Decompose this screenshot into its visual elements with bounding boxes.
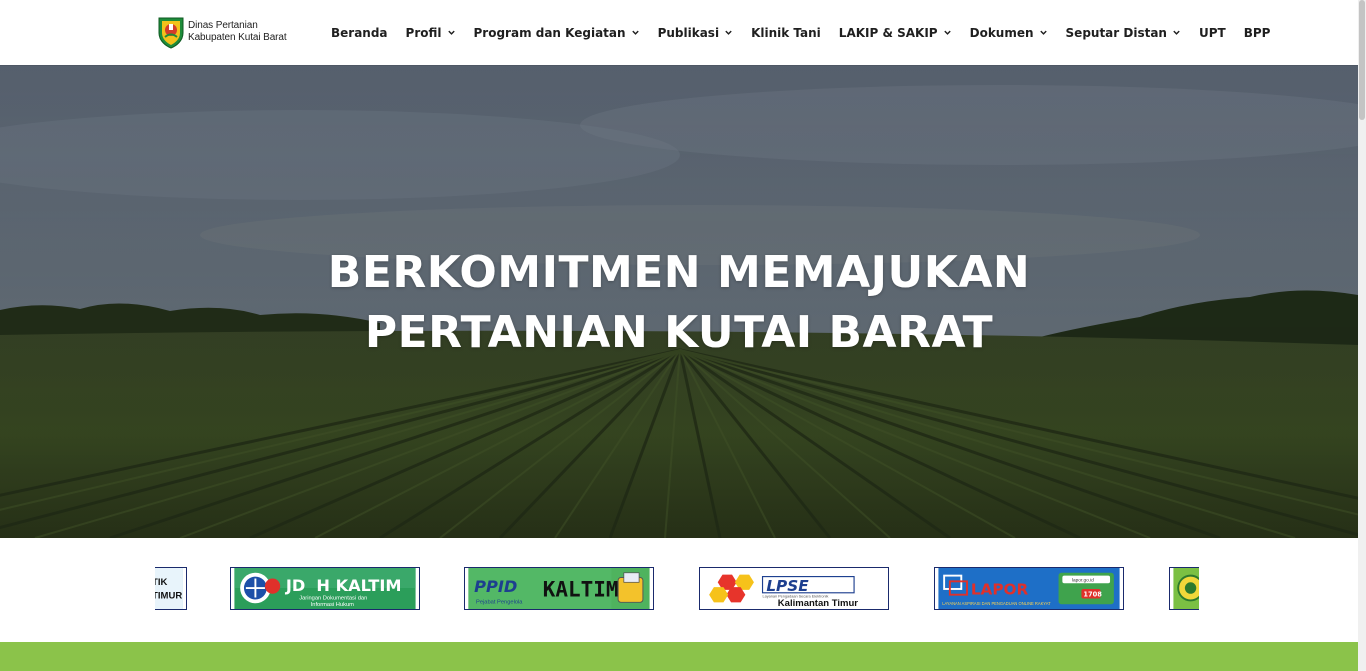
partner-text: KALTIM (543, 578, 619, 602)
partner-subtitle: LAYANAN ASPIRASI DAN PENGADUAN ONLINE RA… (942, 601, 1051, 606)
nav-item-program-dan-kegiatan[interactable]: Program dan Kegiatan (465, 0, 649, 65)
chevron-down-icon (725, 30, 732, 35)
footer-accent-band (0, 642, 1358, 671)
nav-item-label: Publikasi (657, 25, 720, 40)
partner-subtitle: Informasi Hukum (311, 602, 354, 608)
nav-item-label: LAKIP & SAKIP (838, 25, 938, 40)
partner-text: JD (285, 576, 305, 595)
ppid-kaltim-logo: PPID KALTIM Pejabat Pengelola (468, 568, 650, 609)
partner-text: TIMUR (155, 591, 182, 602)
logo-line-2: Kabupaten Kutai Barat (188, 32, 287, 43)
nav-item-label: Beranda (331, 25, 388, 40)
lpse-kaltim-logo: LPSE Layanan Pengadaan Secara Elektronik… (703, 568, 885, 609)
nav-item-label: Profil (405, 25, 442, 40)
nav-item-dokumen[interactable]: Dokumen (961, 0, 1057, 65)
nav-item-label: Program dan Kegiatan (473, 25, 626, 40)
nav-item-label: UPT (1198, 25, 1226, 40)
chevron-down-icon (1039, 30, 1047, 35)
chevron-down-icon (943, 30, 951, 35)
chevron-down-icon (631, 30, 639, 35)
nav-item-profil[interactable]: Profil (397, 0, 465, 65)
partner-logo-kementan[interactable] (1169, 567, 1199, 610)
nav-item-label: Dokumen (969, 25, 1034, 40)
chevron-down-icon (1173, 30, 1180, 35)
logo-text: Dinas Pertanian Kabupaten Kutai Barat (188, 20, 287, 44)
partner-subtitle: Jaringan Dokumentasi dan (299, 595, 367, 601)
partner-text: LPSE (766, 577, 809, 595)
main-nav: Beranda Profil Program dan Kegiatan Publ… (322, 0, 1279, 65)
nav-item-bpp[interactable]: BPP (1235, 0, 1280, 65)
nav-item-seputar-distan[interactable]: Seputar Distan (1057, 0, 1190, 65)
partner-subtitle: Pejabat Pengelola (476, 599, 523, 605)
partner-text: PPID (474, 577, 517, 596)
partner-text: LAPOR (971, 581, 1029, 599)
partner-text: 1708 (1083, 591, 1102, 599)
lapor-logo: LAPOR LAYANAN ASPIRASI DAN PENGADUAN ONL… (938, 568, 1120, 609)
chevron-down-icon (447, 30, 455, 35)
nav-item-klinik-tani[interactable]: Klinik Tani (742, 0, 830, 65)
partner-logo-lapor[interactable]: LAPOR LAYANAN ASPIRASI DAN PENGADUAN ONL… (934, 567, 1124, 610)
logo-line-1: Dinas Pertanian (188, 20, 258, 31)
jdih-kaltim-logo: JD H KALTIM Jaringan Dokumentasi dan Inf… (234, 568, 416, 609)
partner-logo-ppid-kaltim[interactable]: PPID KALTIM Pejabat Pengelola (464, 567, 654, 610)
partner-logo-lpse-kaltim[interactable]: LPSE Layanan Pengadaan Secara Elektronik… (699, 567, 889, 610)
partner-text: TIK (155, 577, 168, 588)
site-logo[interactable]: Dinas Pertanian Kabupaten Kutai Barat (156, 14, 287, 50)
nav-item-publikasi[interactable]: Publikasi (649, 0, 743, 65)
hero-title-line-2: PERTANIAN KUTAI BARAT (364, 307, 994, 358)
partner-text: Kalimantan Timur (778, 598, 858, 609)
nav-item-label: BPP (1243, 25, 1271, 40)
hero-banner: BERKOMITMEN MEMAJUKAN PERTANIAN KUTAI BA… (0, 65, 1358, 538)
kementan-logo (1173, 568, 1199, 609)
hero-title-line-1: BERKOMITMEN MEMAJUKAN (327, 247, 1031, 298)
scrollbar-thumb[interactable] (1359, 0, 1365, 120)
nav-item-upt[interactable]: UPT (1190, 0, 1235, 65)
partner-carousel: TIK TIMUR JD H KALTIM Jaringan Dokumenta… (0, 538, 1358, 642)
statistik-kaltim-logo: TIK TIMUR (155, 568, 183, 609)
partner-carousel-track: TIK TIMUR JD H KALTIM Jaringan Dokumenta… (155, 566, 1199, 613)
nav-item-label: Seputar Distan (1065, 25, 1167, 40)
partner-logo-statistik-kaltim[interactable]: TIK TIMUR (155, 567, 187, 610)
nav-item-label: Klinik Tani (751, 25, 821, 40)
hero-title: BERKOMITMEN MEMAJUKAN PERTANIAN KUTAI BA… (0, 243, 1358, 363)
partner-logo-jdih-kaltim[interactable]: JD H KALTIM Jaringan Dokumentasi dan Inf… (230, 567, 420, 610)
page-scrollbar[interactable] (1358, 0, 1366, 671)
partner-text: H KALTIM (316, 576, 401, 595)
nav-item-lakip-sakip[interactable]: LAKIP & SAKIP (830, 0, 961, 65)
site-header: Dinas Pertanian Kabupaten Kutai Barat Be… (0, 0, 1358, 65)
partner-badge: lapor.go.id (1072, 577, 1094, 583)
kutai-barat-emblem-icon (158, 17, 184, 49)
nav-item-beranda[interactable]: Beranda (322, 0, 397, 65)
